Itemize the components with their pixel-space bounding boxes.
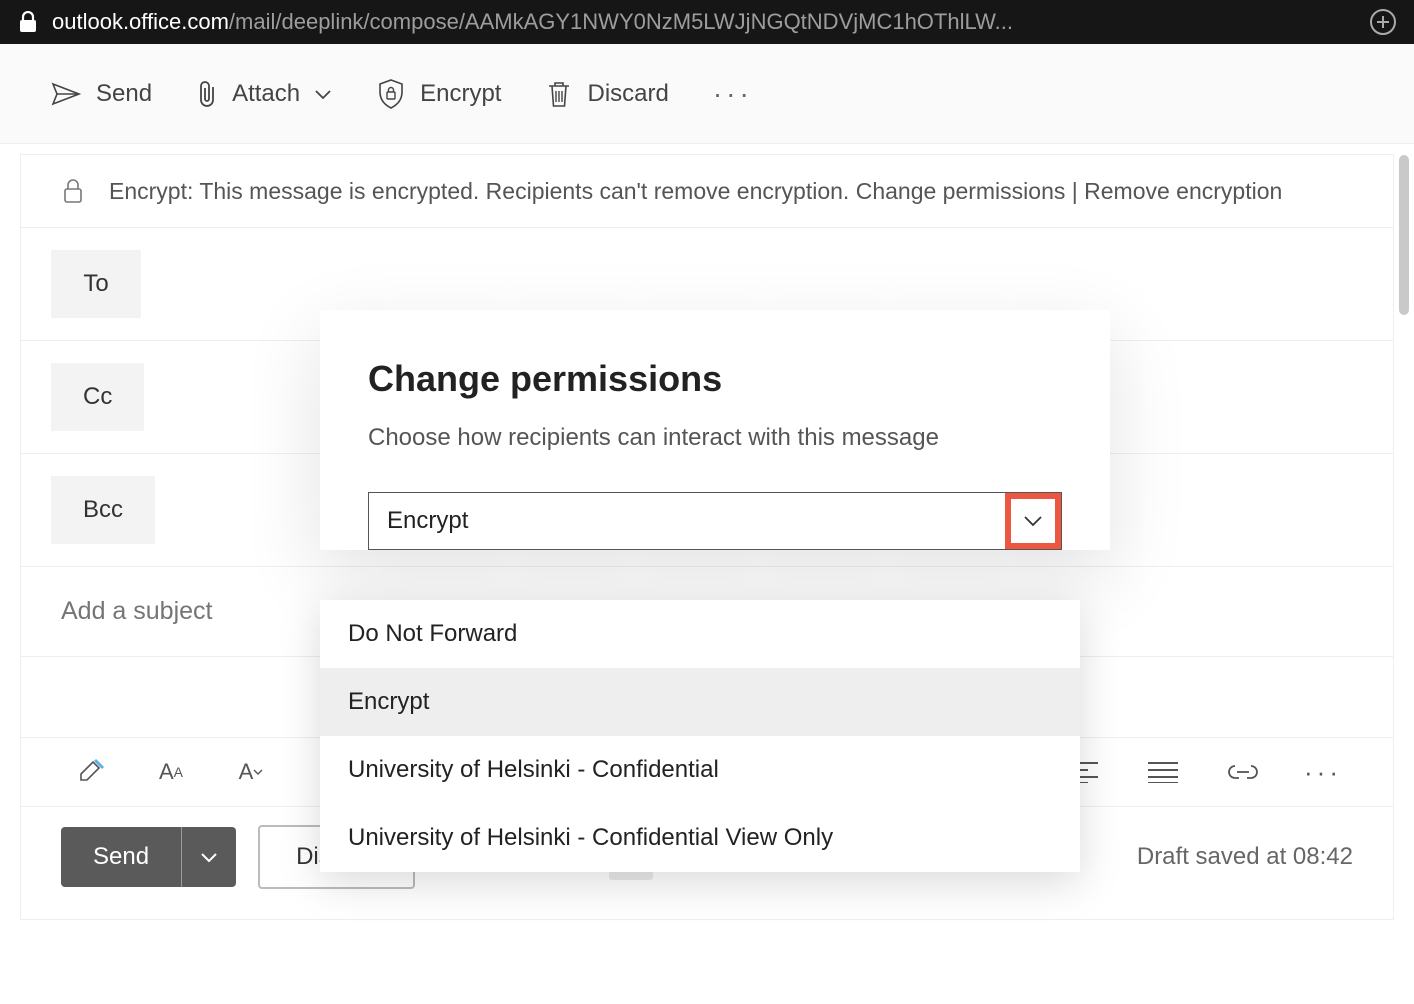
font-size-with-chevron-icon[interactable]: A [231,752,271,792]
send-button[interactable]: Send [50,80,152,108]
send-main-button[interactable]: Send [61,827,181,887]
change-permissions-link[interactable]: Change permissions [856,178,1066,204]
change-permissions-dialog: Change permissions Choose how recipients… [320,310,1110,550]
option-confidential[interactable]: University of Helsinki - Confidential [320,736,1080,804]
more-format-icon[interactable]: ··· [1303,752,1343,792]
insert-link-icon[interactable] [1223,752,1263,792]
to-button[interactable]: To [51,250,141,318]
attach-label: Attach [232,80,300,108]
trash-icon [545,78,573,110]
chevron-down-icon [200,851,218,863]
send-icon [50,80,82,108]
send-split-button: Send [61,827,236,887]
align-justify-icon[interactable] [1143,752,1183,792]
chevron-down-icon [1022,514,1044,528]
discard-button[interactable]: Discard [545,78,668,110]
banner-text: This message is encrypted. Recipients ca… [199,178,849,204]
paperclip-icon [196,79,218,109]
banner-prefix: Encrypt: [109,178,199,204]
option-do-not-forward[interactable]: Do Not Forward [320,600,1080,668]
attach-button[interactable]: Attach [196,79,332,109]
url-text[interactable]: outlook.office.com/mail/deeplink/compose… [52,9,1356,35]
scrollbar-thumb[interactable] [1399,155,1409,315]
permissions-select-caret[interactable] [1005,493,1061,549]
cc-button[interactable]: Cc [51,363,144,431]
encrypt-label: Encrypt [420,80,501,108]
format-painter-icon[interactable] [71,752,111,792]
send-label: Send [96,80,152,108]
bcc-button[interactable]: Bcc [51,476,155,544]
draft-saved-status: Draft saved at 08:42 [1137,843,1353,871]
encryption-banner: Encrypt: This message is encrypted. Reci… [21,155,1393,228]
dialog-title: Change permissions [368,358,1062,400]
remove-encryption-link[interactable]: Remove encryption [1084,178,1282,204]
permissions-select[interactable]: Encrypt [368,492,1062,550]
font-size-increase-icon[interactable]: AA [151,752,191,792]
option-confidential-view-only[interactable]: University of Helsinki - Confidential Vi… [320,804,1080,872]
banner-text-wrap: Encrypt: This message is encrypted. Reci… [109,178,1282,205]
permissions-dropdown: Do Not Forward Encrypt University of Hel… [320,600,1080,872]
lock-icon [61,177,85,205]
url-host: outlook.office.com [52,9,229,34]
more-button[interactable]: ··· [713,78,753,110]
dialog-hint: Choose how recipients can interact with … [368,424,1062,452]
shield-lock-icon [376,78,406,110]
compose-commandbar: Send Attach Encrypt Discard ··· [0,44,1414,144]
browser-addressbar: outlook.office.com/mail/deeplink/compose… [0,0,1414,44]
ellipsis-icon: ··· [713,78,753,110]
permissions-select-value: Encrypt [387,507,1005,535]
option-encrypt[interactable]: Encrypt [320,668,1080,736]
url-path: /mail/deeplink/compose/AAMkAGY1NWY0NzM5L… [229,9,1013,34]
new-tab-icon[interactable] [1370,9,1396,35]
send-options-button[interactable] [181,827,236,887]
lock-icon [18,11,38,33]
discard-label: Discard [587,80,668,108]
chevron-down-icon [314,88,332,100]
encrypt-button[interactable]: Encrypt [376,78,501,110]
banner-sep: | [1065,178,1084,204]
